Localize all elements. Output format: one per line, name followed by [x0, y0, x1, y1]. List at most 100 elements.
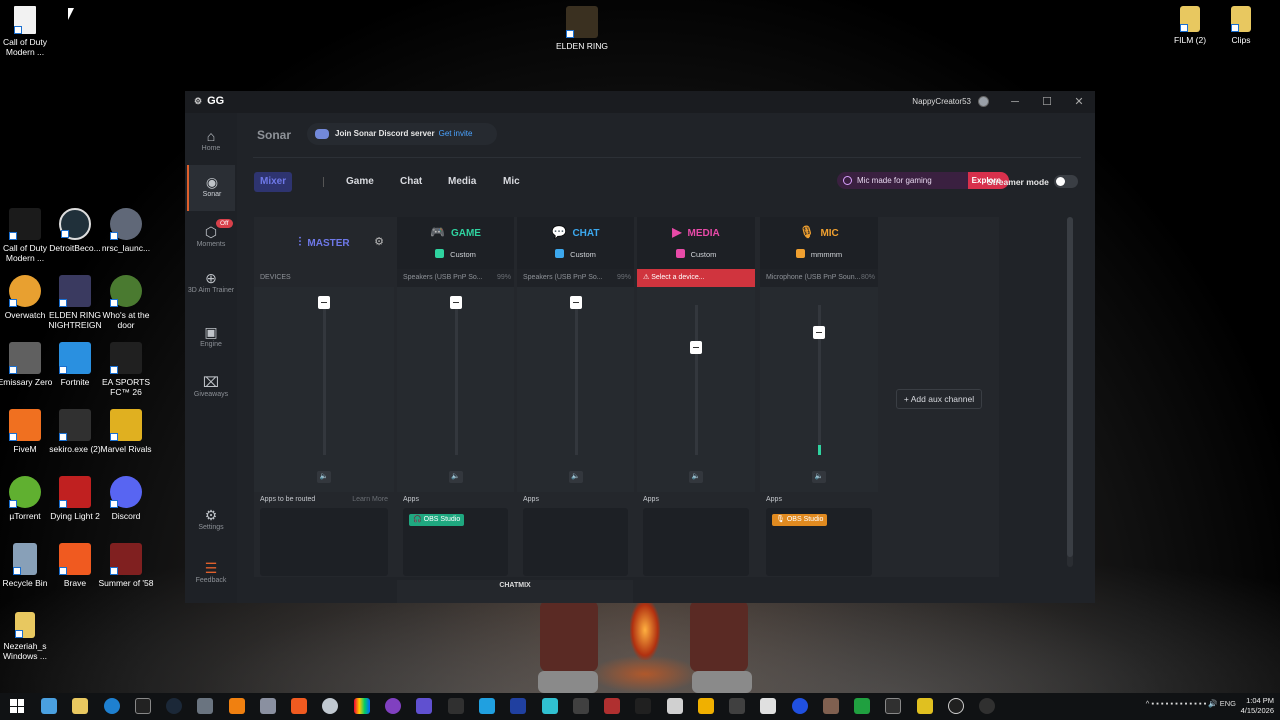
get-invite-link[interactable]: Get invite	[439, 129, 473, 138]
media-preset-select[interactable]: Custom	[637, 249, 755, 259]
taskbar-app-icon[interactable]	[322, 698, 338, 714]
file-explorer-icon[interactable]	[72, 698, 88, 714]
mic-device-select[interactable]: Microphone (USB PnP Soun... 80%	[760, 269, 878, 287]
system-tray[interactable]: ^ ▪ ▪ ▪ ▪ ▪ ▪ ▪ ▪ ▪ ▪ ▪ ▪ 🔊 ENG	[1146, 699, 1236, 708]
sidebar-item-settings[interactable]: ⚙ Settings	[187, 498, 235, 544]
game-apps-box[interactable]: 🎧 OBS Studio	[403, 508, 508, 576]
taskbar-app-icon[interactable]	[667, 698, 683, 714]
steelseries-icon[interactable]	[979, 698, 995, 714]
desktop-icon-nezeriah-folder[interactable]: Nezeriah_s Windows ...	[0, 612, 55, 661]
title-bar[interactable]: ⚙ GG NappyCreator53 ─ ☐ ✕	[185, 91, 1095, 113]
chat-preset-select[interactable]: Custom	[517, 249, 634, 259]
desktop-icon-clips[interactable]: Clips	[1211, 6, 1271, 45]
mic-promo-banner[interactable]: Mic made for gaming Explore	[837, 172, 1009, 189]
taskbar-app-icon[interactable]	[635, 698, 651, 714]
streamer-mode-toggle[interactable]	[1054, 175, 1078, 188]
sidebar-item-feedback[interactable]: ☰ Feedback	[187, 551, 235, 597]
taskbar-app-icon[interactable]	[604, 698, 620, 714]
media-volume-knob[interactable]	[690, 341, 702, 354]
taskbar-app-icon[interactable]	[854, 698, 870, 714]
epic-games-icon[interactable]	[135, 698, 151, 714]
sidebar-item-engine[interactable]: ▣ Engine	[187, 315, 235, 361]
brave-icon[interactable]	[291, 698, 307, 714]
desktop-icon-elden-ring[interactable]: ELDEN RING	[552, 6, 612, 51]
master-volume-knob[interactable]	[318, 296, 330, 309]
tab-game[interactable]: Game	[340, 172, 380, 192]
sidebar-item-moments[interactable]: Off ⬡ Moments	[187, 215, 235, 261]
learn-more-link[interactable]: Learn More	[352, 496, 388, 503]
taskbar-app-icon[interactable]	[197, 698, 213, 714]
taskbar-app-icon[interactable]	[823, 698, 839, 714]
master-mute-button[interactable]: 🔈	[317, 471, 331, 483]
desktop-icon-easports[interactable]: EA SPORTS FC™ 26	[96, 342, 156, 397]
language-indicator[interactable]: ENG	[1220, 699, 1236, 708]
taskbar-app-icon[interactable]	[917, 698, 933, 714]
mic-mute-button[interactable]: 🔈	[812, 471, 826, 483]
obs-studio-chip[interactable]: 🎧 OBS Studio	[409, 514, 465, 526]
chat-volume-knob[interactable]	[569, 296, 582, 309]
taskbar-app-icon[interactable]	[479, 698, 495, 714]
game-volume-knob[interactable]	[449, 296, 462, 309]
chat-volume-track[interactable]	[574, 305, 578, 455]
clock[interactable]: 1:04 PM 4/15/2026	[1241, 696, 1274, 716]
mic-volume-knob[interactable]	[813, 326, 825, 339]
desktop-icon-summer-58[interactable]: Summer of '58	[96, 543, 156, 588]
desktop-icon-cod[interactable]: Call of Duty Modern ...	[0, 6, 55, 57]
taskbar-app-icon[interactable]	[885, 698, 901, 714]
media-mute-button[interactable]: 🔈	[689, 471, 703, 483]
vlc-icon[interactable]	[229, 698, 245, 714]
desktop-icon-discord[interactable]: Discord	[96, 476, 156, 521]
taskbar-app-icon[interactable]	[448, 698, 464, 714]
desktop-icon-marvel-rivals[interactable]: Marvel Rivals	[96, 409, 156, 454]
taskbar-app-icon[interactable]	[416, 698, 432, 714]
maximize-button[interactable]: ☐	[1039, 94, 1055, 110]
sidebar-item-aim-trainer[interactable]: ⊕ 3D Aim Trainer	[187, 261, 235, 313]
taskbar-app-icon[interactable]	[573, 698, 589, 714]
discord-banner[interactable]: Join Sonar Discord server Get invite	[307, 123, 497, 145]
obs-studio-chip[interactable]: 🎙 OBS Studio	[772, 514, 828, 526]
chat-apps-box[interactable]	[523, 508, 628, 576]
taskbar-app-icon[interactable]	[760, 698, 776, 714]
game-device-select[interactable]: Speakers (USB PnP So... 99%	[397, 269, 514, 287]
scrollbar-thumb[interactable]	[1067, 217, 1073, 557]
game-preset-select[interactable]: Custom	[397, 249, 514, 259]
add-aux-channel-button[interactable]: + Add aux channel	[896, 389, 982, 409]
minimize-button[interactable]: ─	[1007, 94, 1023, 110]
username[interactable]: NappyCreator53	[912, 97, 971, 106]
game-mute-button[interactable]: 🔈	[448, 471, 463, 483]
rockstar-icon[interactable]	[698, 698, 714, 714]
taskbar-app-icon[interactable]	[41, 698, 57, 714]
media-device-select[interactable]: ⚠ Select a device...	[637, 269, 755, 287]
taskbar-app-icon[interactable]	[948, 698, 964, 714]
sidebar-item-giveaways[interactable]: ⌧ Giveaways	[187, 365, 235, 411]
taskbar-app-icon[interactable]	[260, 698, 276, 714]
edge-icon[interactable]	[104, 698, 120, 714]
chat-device-select[interactable]: Speakers (USB PnP So... 99%	[517, 269, 634, 287]
start-button[interactable]	[10, 699, 24, 713]
media-volume-track[interactable]	[695, 305, 698, 455]
taskbar-app-icon[interactable]	[729, 698, 745, 714]
game-volume-track[interactable]	[454, 305, 458, 455]
mic-preset-select[interactable]: mmmmm	[760, 249, 878, 259]
master-volume-track[interactable]	[323, 305, 326, 455]
mic-apps-box[interactable]: 🎙 OBS Studio	[766, 508, 872, 576]
tab-mic[interactable]: Mic	[497, 172, 526, 192]
unrouted-apps-box[interactable]	[260, 508, 388, 576]
steelseries-gg-icon[interactable]	[510, 698, 526, 714]
desktop-icon-nrsc[interactable]: nrsc_launc...	[96, 208, 156, 253]
taskbar-app-icon[interactable]	[354, 698, 370, 714]
steam-icon[interactable]	[166, 698, 182, 714]
master-settings-icon[interactable]: ⚙	[374, 235, 384, 248]
ea-app-icon[interactable]	[792, 698, 808, 714]
chat-mute-button[interactable]: 🔈	[568, 471, 583, 483]
taskbar-app-icon[interactable]	[385, 698, 401, 714]
tab-media[interactable]: Media	[442, 172, 482, 192]
sidebar-item-sonar[interactable]: ◉ Sonar	[187, 165, 235, 211]
close-button[interactable]: ✕	[1071, 94, 1087, 110]
avatar[interactable]	[978, 96, 989, 107]
media-apps-box[interactable]	[643, 508, 749, 576]
sidebar-item-home[interactable]: ⌂ Home	[187, 119, 235, 165]
desktop-icon-whos-at-door[interactable]: Who's at the door	[96, 275, 156, 330]
tab-mixer[interactable]: Mixer	[254, 172, 293, 192]
tray-icons[interactable]: ^ ▪ ▪ ▪ ▪ ▪ ▪ ▪ ▪ ▪ ▪ ▪ ▪ 🔊	[1146, 699, 1220, 708]
